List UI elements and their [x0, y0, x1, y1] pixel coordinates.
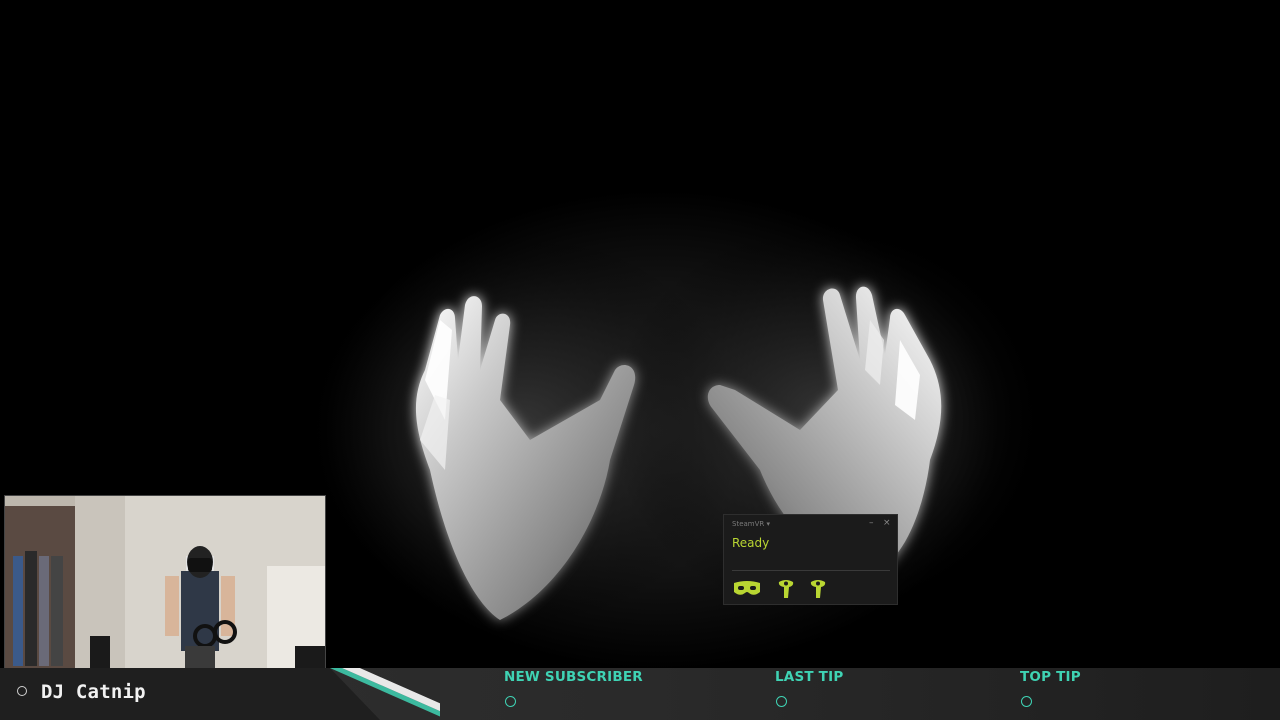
minimize-button[interactable]: –: [869, 518, 874, 528]
webcam-image: [5, 496, 325, 668]
steamvr-status: Ready: [732, 536, 770, 550]
last-tip-label: LAST TIP: [775, 669, 844, 685]
new-subscriber-label: NEW SUBSCRIBER: [504, 669, 643, 685]
streamer-name: DJ Catnip: [41, 681, 146, 703]
new-subscriber-indicator-icon: [505, 696, 516, 707]
steamvr-divider: [732, 570, 890, 571]
controller-right-icon[interactable]: [809, 579, 827, 599]
status-dot-icon: [17, 686, 27, 696]
headset-icon[interactable]: [732, 579, 762, 599]
webcam-feed: [4, 495, 326, 669]
steamvr-window[interactable]: SteamVR ▾ – × Ready: [723, 514, 898, 605]
top-tip-label: TOP TIP: [1020, 669, 1081, 685]
last-tip-indicator-icon: [776, 696, 787, 707]
close-button[interactable]: ×: [883, 518, 891, 528]
stream-frame: SteamVR ▾ – × Ready DJ Catnip NEW SUBSCR…: [0, 0, 1280, 720]
top-tip-indicator-icon: [1021, 696, 1032, 707]
steamvr-menu[interactable]: SteamVR ▾: [732, 520, 770, 528]
controller-left-icon[interactable]: [777, 579, 795, 599]
